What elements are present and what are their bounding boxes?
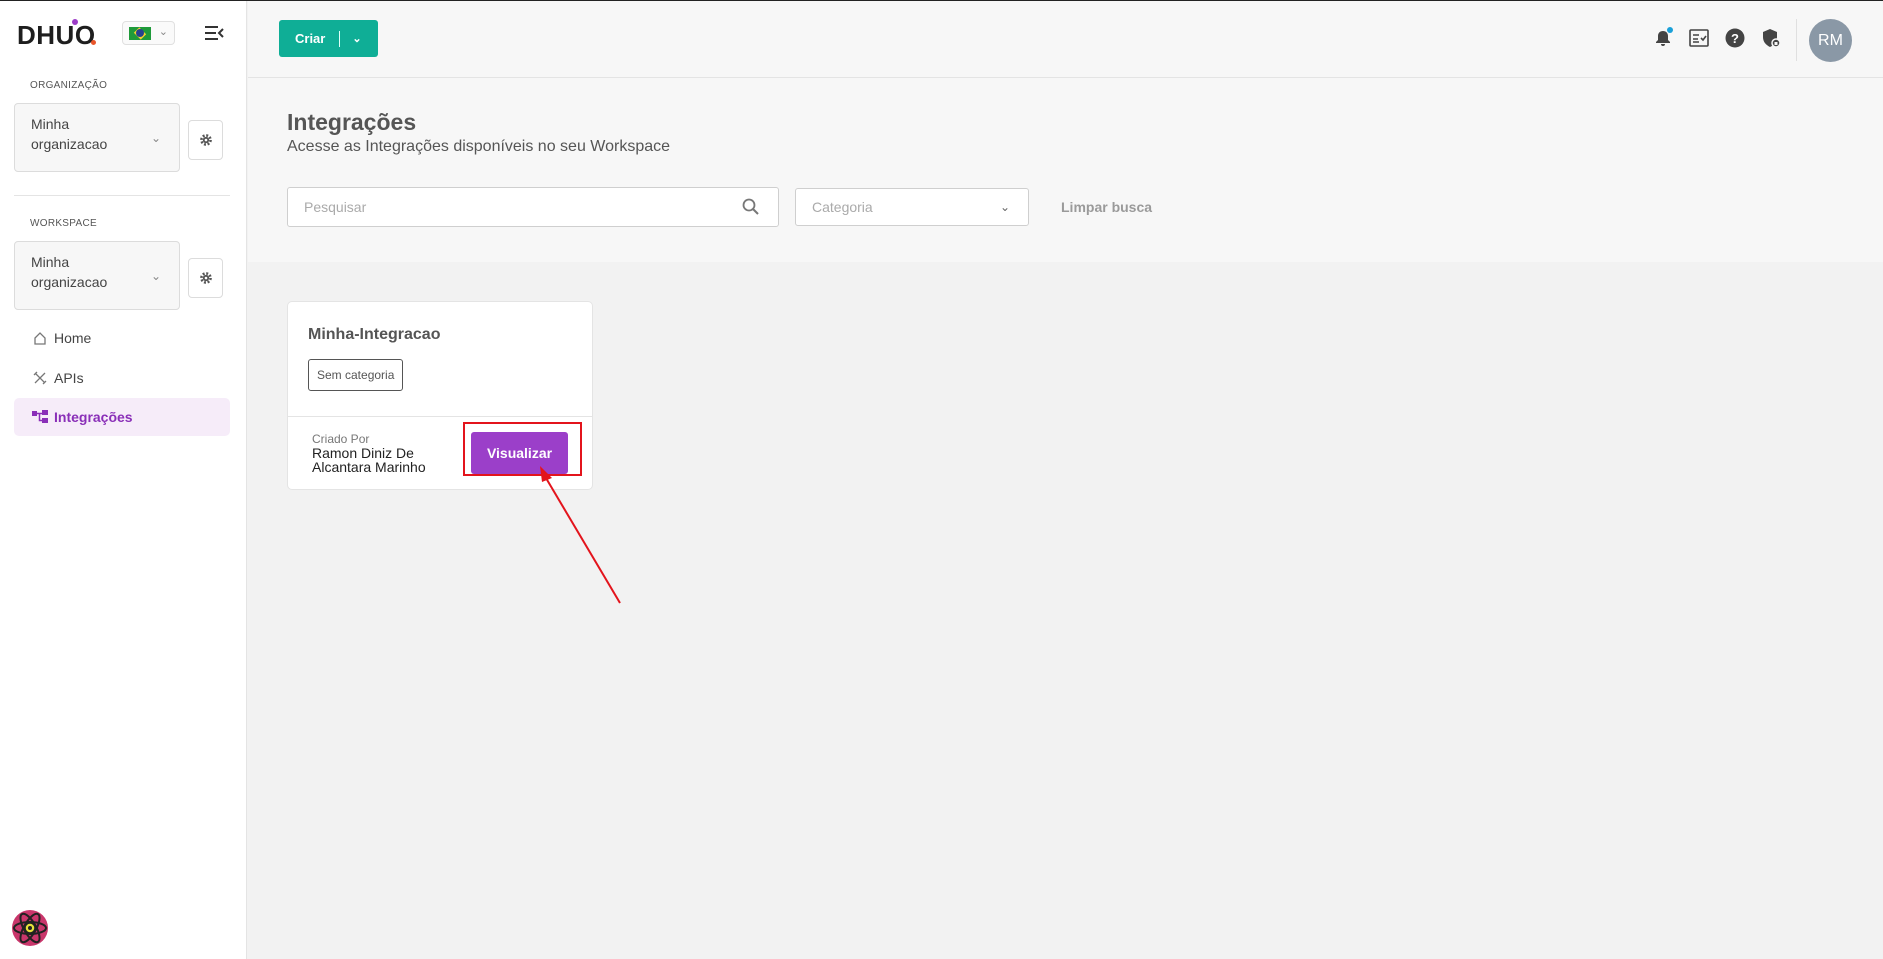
chevron-down-icon[interactable]: ⌄ (352, 32, 361, 45)
button-separator (339, 30, 341, 47)
card-divider (288, 416, 592, 417)
chevron-down-icon: ⌄ (150, 131, 161, 145)
chevron-down-icon: ⌄ (150, 269, 161, 283)
window-top-border (0, 0, 1883, 1)
brazil-flag-icon (129, 27, 151, 40)
sidebar-item-integracoes[interactable]: Integrações (14, 398, 230, 436)
search-icon[interactable] (742, 198, 760, 216)
app-logo[interactable]: DHUO (17, 20, 96, 51)
integration-icon (32, 409, 48, 425)
org-select[interactable]: Minha organizacao ⌄ (14, 103, 180, 172)
workspace-select[interactable]: Minha organizacao ⌄ (14, 241, 180, 310)
created-by-label: Criado Por (312, 432, 370, 446)
page-subtitle: Acesse as Integrações disponíveis no seu… (287, 138, 671, 155)
logo-accent (72, 19, 78, 25)
checklist-icon (1689, 29, 1709, 47)
org-select-value: Minha organizacao (31, 116, 108, 152)
org-section-label: ORGANIZAÇÃO (30, 80, 108, 91)
page-header-area (248, 78, 1883, 262)
gear-icon (199, 272, 212, 284)
chevron-down-icon: ⌄ (999, 200, 1010, 214)
top-bar: Criar ⌄ ? RM (248, 1, 1883, 78)
search-field (287, 187, 779, 227)
chevron-down-icon: ⌄ (158, 26, 168, 38)
annotation-arrow-icon (540, 466, 621, 604)
svg-text:?: ? (1731, 31, 1739, 46)
help-icon: ? (1725, 28, 1745, 48)
menu-collapse-icon (205, 26, 224, 40)
collapse-sidebar-button[interactable] (203, 22, 225, 44)
help-button[interactable]: ? (1722, 25, 1748, 51)
category-select[interactable]: Categoria ⌄ (795, 188, 1029, 226)
sidebar-divider (14, 195, 230, 196)
workspace-section-label: WORKSPACE (30, 218, 97, 229)
avatar[interactable]: RM (1809, 19, 1852, 62)
created-by-name: Ramon Diniz De Alcantara Marinho (312, 445, 426, 475)
category-select-placeholder: Categoria (812, 199, 873, 215)
sidebar-item-label: Integrações (54, 409, 133, 425)
security-button[interactable] (1758, 25, 1784, 51)
create-button[interactable]: Criar ⌄ (279, 20, 378, 57)
gear-icon (199, 134, 212, 146)
logo-dot (91, 40, 96, 45)
tools-icon (32, 370, 48, 386)
notifications-button[interactable] (1650, 25, 1676, 51)
clear-search-button[interactable]: Limpar busca (1061, 199, 1152, 215)
sidebar-item-label: Home (54, 330, 92, 346)
tasks-button[interactable] (1686, 25, 1712, 51)
search-input[interactable] (288, 188, 708, 226)
workspace-settings-button[interactable] (188, 258, 223, 298)
security-icon (1763, 29, 1781, 48)
sidebar-item-home[interactable]: Home (14, 319, 230, 357)
card-title: Minha-Integracao (308, 326, 441, 343)
home-icon (32, 330, 48, 346)
notification-badge (1667, 27, 1673, 33)
sidebar-item-apis[interactable]: APIs (14, 359, 230, 397)
sidebar: DHUO ⌄ ORGANIZAÇÃO Minha organizacao ⌄ W… (0, 0, 247, 959)
sidebar-item-label: APIs (54, 370, 84, 386)
page-title: Integrações (287, 109, 417, 135)
workspace-select-value: Minha organizacao (31, 254, 108, 290)
topbar-separator (1796, 19, 1797, 61)
org-settings-button[interactable] (188, 120, 223, 160)
create-button-label: Criar (295, 31, 326, 46)
language-selector[interactable]: ⌄ (122, 21, 175, 45)
react-devtools-icon[interactable] (9, 909, 51, 947)
category-tag: Sem categoria (308, 359, 404, 391)
